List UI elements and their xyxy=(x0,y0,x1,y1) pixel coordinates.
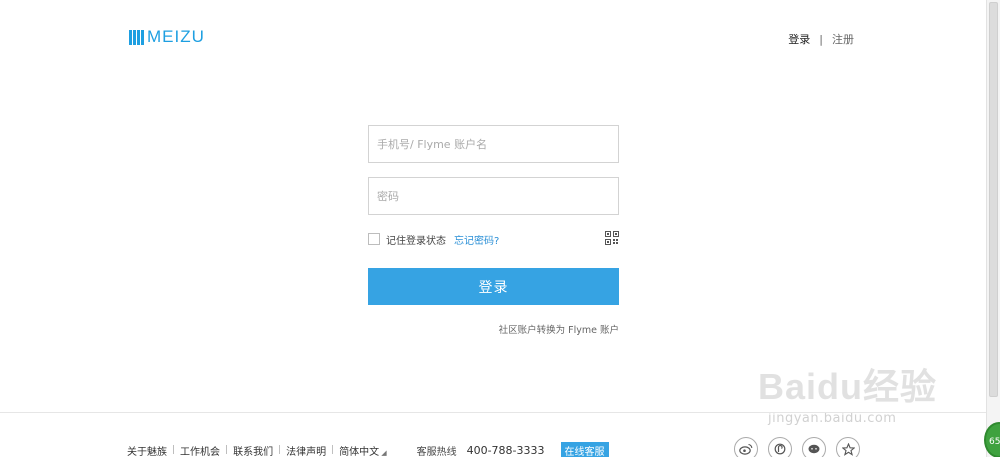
footer-link-about[interactable]: 关于魅族 xyxy=(127,443,167,457)
account-input[interactable] xyxy=(368,125,619,163)
logo-mark-icon xyxy=(129,29,144,45)
qr-code-icon[interactable] xyxy=(605,231,619,245)
footer-link-jobs[interactable]: 工作机会 xyxy=(180,443,220,457)
remember-label: 记住登录状态 xyxy=(386,235,446,247)
remember-checkbox[interactable] xyxy=(368,233,380,245)
convert-account-link[interactable]: 社区账户转换为 Flyme 账户 xyxy=(368,322,619,336)
social-links xyxy=(734,437,860,457)
weibo-icon[interactable] xyxy=(734,437,758,457)
language-selector[interactable]: 简体中文 xyxy=(339,443,379,457)
watermark-text: Baidu经验 xyxy=(758,366,938,407)
watermark-url: jingyan.baidu.com xyxy=(768,411,897,426)
hotline-number: 400-788-3333 xyxy=(466,443,545,457)
footer-separator: | xyxy=(172,445,176,455)
scrollbar-thumb[interactable] xyxy=(989,2,998,397)
forgot-password-link[interactable]: 忘记密码? xyxy=(454,232,499,247)
footer-link-contact[interactable]: 联系我们 xyxy=(233,443,273,457)
login-link[interactable]: 登录 xyxy=(788,31,810,47)
online-service-button[interactable]: 在线客服 xyxy=(560,441,609,457)
baidu-jingyan-watermark: Baidu经验 jingyan.baidu.com xyxy=(758,345,958,435)
footer-link-legal[interactable]: 法律声明 xyxy=(286,443,326,457)
top-nav: 登录 | 注册 xyxy=(788,31,854,47)
footer-separator: | xyxy=(225,445,229,455)
footer-divider xyxy=(0,412,986,413)
wechat-icon[interactable] xyxy=(802,437,826,457)
nav-separator: | xyxy=(819,32,823,46)
logo-text: MEIZU xyxy=(147,27,205,46)
hotline-label: 客服热线 xyxy=(416,446,457,457)
remember-row: 记住登录状态 忘记密码? xyxy=(368,231,619,247)
password-input[interactable] xyxy=(368,177,619,215)
register-link[interactable]: 注册 xyxy=(832,31,854,47)
caret-down-icon: ◢ xyxy=(381,449,387,457)
footer: 关于魅族 | 工作机会 | 联系我们 | 法律声明 | 简体中文 ◢ 客服热线 … xyxy=(127,441,609,457)
footer-separator: | xyxy=(331,445,335,455)
login-form: 记住登录状态 忘记密码? 登录 社区账户转换为 Flyme 账户 xyxy=(368,125,619,336)
star-icon[interactable] xyxy=(836,437,860,457)
meizu-logo[interactable]: MEIZU xyxy=(129,27,205,46)
footer-separator: | xyxy=(278,445,282,455)
vertical-scrollbar[interactable] xyxy=(986,0,1000,457)
flyme-icon[interactable] xyxy=(768,437,792,457)
login-button[interactable]: 登录 xyxy=(368,268,619,305)
